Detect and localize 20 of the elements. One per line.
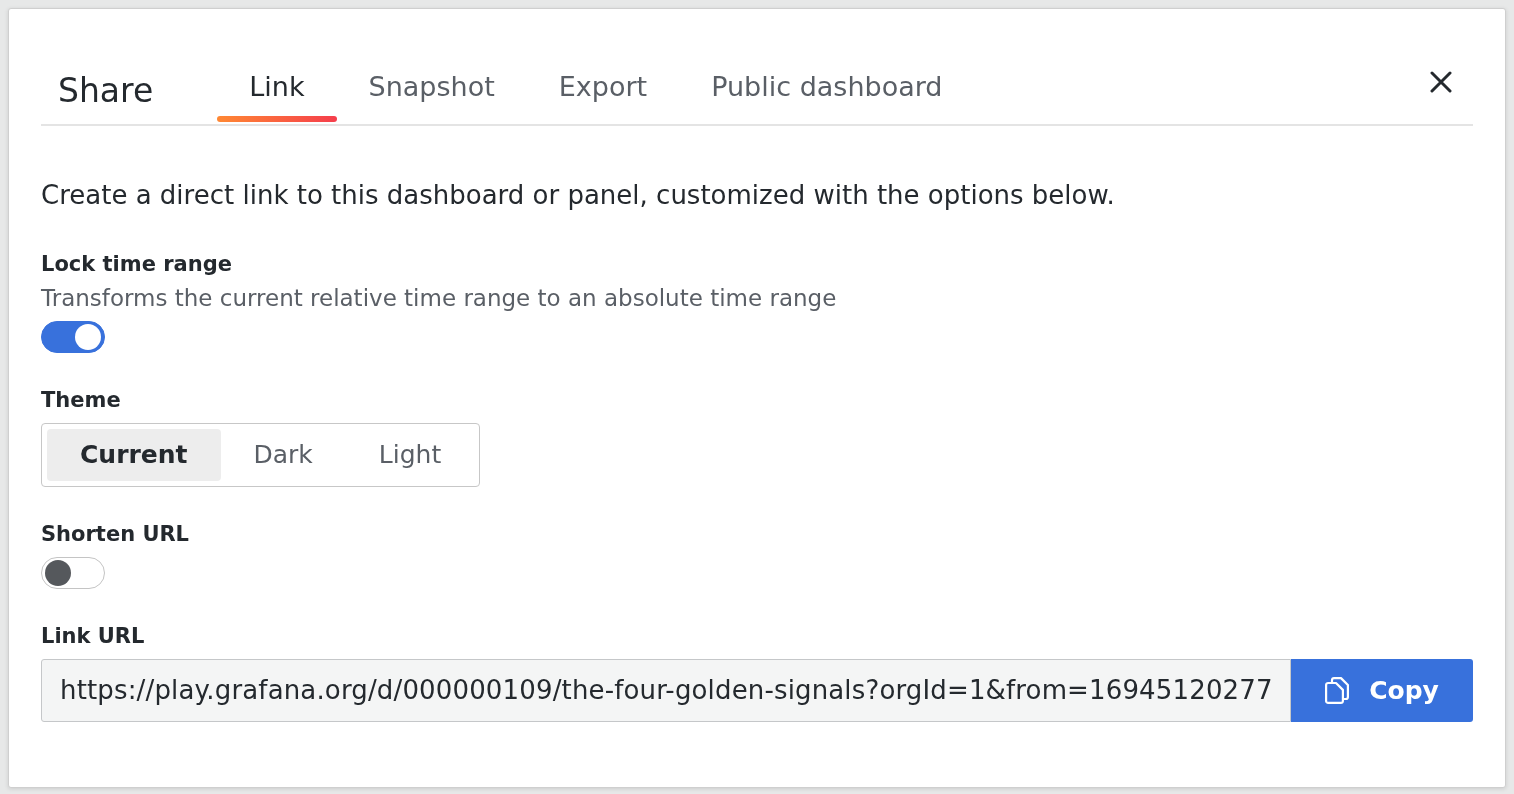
close-icon bbox=[1430, 71, 1452, 93]
field-label: Link URL bbox=[41, 623, 146, 650]
copy-icon bbox=[1325, 677, 1350, 704]
field-label: Theme bbox=[41, 387, 122, 414]
field-label: Lock time range bbox=[41, 251, 233, 278]
dialog-title: Share bbox=[58, 71, 154, 111]
radio-option[interactable]: Light bbox=[345, 429, 475, 481]
radio-option[interactable]: Dark bbox=[220, 429, 346, 481]
tab[interactable]: Link bbox=[217, 64, 337, 124]
field-label: Shorten URL bbox=[41, 521, 190, 548]
field-description: Transforms the current relative time range to an absolute time range bbox=[41, 284, 838, 312]
url-field[interactable]: https://play.grafana.org/d/000000109/the-four-golden-signals?orgId=1&from=16945120277 bbox=[41, 659, 1291, 722]
radio-option[interactable]: Current bbox=[47, 429, 221, 481]
tab[interactable]: Snapshot bbox=[336, 64, 527, 124]
tab[interactable]: Export bbox=[526, 64, 680, 124]
toggle-switch[interactable] bbox=[41, 557, 105, 589]
toggle-switch[interactable] bbox=[41, 321, 105, 353]
intro-text: Create a direct link to this dashboard or panel, customized with the options below. bbox=[41, 179, 1116, 211]
tab[interactable]: Public dashboard bbox=[679, 64, 975, 124]
copy-button[interactable]: Copy bbox=[1291, 659, 1473, 722]
